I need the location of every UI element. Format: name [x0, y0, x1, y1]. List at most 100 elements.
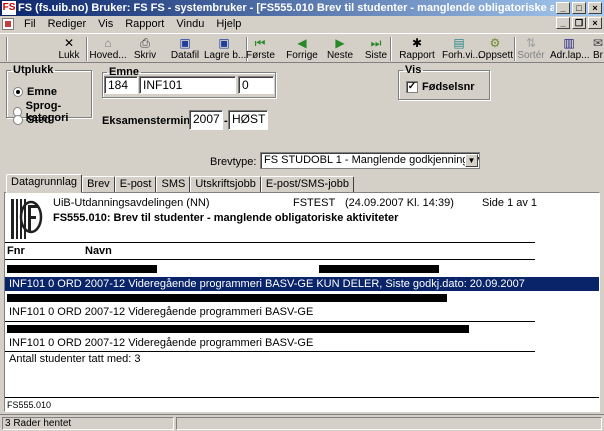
- menu-rapport[interactable]: Rapport: [119, 16, 170, 32]
- toolbar-separator: [390, 37, 392, 61]
- toolbar-button-label: Lagre b...: [204, 50, 247, 61]
- toolbar-button-report-runner[interactable]: ✱ Rapport: [398, 36, 436, 64]
- utplukk-legend: Utplukk: [13, 64, 54, 76]
- column-header-rule: [5, 259, 535, 260]
- child-window-controls: _ ❐ ×: [556, 17, 602, 29]
- redacted-fnr-name: [7, 265, 157, 273]
- tab-sms[interactable]: SMS: [156, 176, 191, 193]
- setup-icon: ⚙: [489, 36, 501, 50]
- row-rule: [5, 321, 535, 322]
- fodselsnr-checkbox[interactable]: ✓: [406, 81, 418, 93]
- tab-datagrunnlag[interactable]: Datagrunnlag: [6, 174, 83, 193]
- eksamen-term-field[interactable]: HØST: [228, 110, 268, 130]
- menu-fil[interactable]: Fil: [18, 16, 42, 32]
- toolbar-button-label: Adr.lap...: [550, 50, 590, 61]
- radio-sted-label: Sted: [27, 114, 51, 126]
- row-rule: [5, 351, 535, 352]
- window-title-bar[interactable]: FS FS (fs.uib.no) Bruker: FS FS - system…: [0, 0, 604, 16]
- toolbar-button-previous-record[interactable]: ◀ Forrige: [284, 36, 320, 64]
- menu-vindu[interactable]: Vindu: [170, 16, 210, 32]
- menu-vis[interactable]: Vis: [92, 16, 119, 32]
- eksamen-year-field[interactable]: 2007: [189, 110, 223, 130]
- save-icon: ▣: [218, 36, 230, 50]
- toolbar-button-last-record[interactable]: ⏭ Siste: [364, 36, 388, 64]
- menu-rediger[interactable]: Rediger: [42, 16, 93, 32]
- tab-brev[interactable]: Brev: [82, 176, 115, 193]
- toolbar-button-next-record[interactable]: ▶ Neste: [326, 36, 354, 64]
- report-org: UiB-Utdanningsavdelingen (NN): [53, 197, 210, 209]
- toolbar-grip[interactable]: [6, 37, 8, 61]
- brevtype-value: FS STUDOBL 1 - Manglende godkjenning av …: [264, 154, 480, 166]
- emne-code-field[interactable]: INF101: [139, 76, 236, 94]
- floppy-disk-icon: ▣: [179, 36, 191, 50]
- report-date: (24.09.2007 Kl. 14:39): [345, 197, 454, 209]
- header-rule: [5, 242, 535, 243]
- app-logo-icon: FS: [2, 1, 16, 15]
- report-system: FSTEST: [293, 197, 336, 209]
- letter-icon: ✉: [592, 36, 604, 50]
- table-row[interactable]: INF101 0 ORD 2007-12 Videregående progra…: [9, 337, 313, 349]
- toolbar-button-label: Br: [593, 50, 603, 61]
- column-header-fnr: Fnr: [7, 245, 25, 257]
- toolbar-button-label: Skriv: [133, 50, 157, 61]
- emne-version-field[interactable]: 0: [238, 76, 274, 94]
- toolbar-button-address-label[interactable]: ▥ Adr.lap...: [550, 36, 590, 64]
- fodselsnr-label: Fødselsnr: [422, 81, 475, 93]
- home-icon: ⌂: [104, 36, 112, 50]
- report-runner-icon: ✱: [411, 36, 423, 50]
- minimize-button[interactable]: _: [556, 2, 570, 14]
- menu-hjelp[interactable]: Hjelp: [210, 16, 247, 32]
- toolbar-button-label: Sortér: [517, 50, 545, 61]
- toolbar-button-label: Oppsett: [478, 50, 514, 61]
- radio-emne-indicator[interactable]: [13, 87, 23, 97]
- child-restore-button[interactable]: ❐: [572, 17, 586, 29]
- tab-e-post[interactable]: E-post: [114, 176, 157, 193]
- menu-bar: Fil Rediger Vis Rapport Vindu Hjelp _ ❐ …: [0, 16, 604, 32]
- report-preview-panel: UiB-Utdanningsavdelingen (NN) FSTEST (24…: [4, 192, 600, 412]
- window-controls: _ □ ×: [556, 2, 602, 14]
- table-row[interactable]: INF101 0 ORD 2007-12 Videregående progra…: [9, 306, 313, 318]
- tab-utskriftsjobb[interactable]: Utskriftsjobb: [190, 176, 261, 193]
- report-page: Side 1 av 1: [482, 197, 538, 209]
- toolbar-button-close-x[interactable]: ✕ Lukk: [54, 36, 84, 64]
- child-close-button[interactable]: ×: [588, 17, 602, 29]
- toolbar-button-save[interactable]: ▣ Lagre b...: [204, 36, 247, 64]
- redacted-record: [7, 294, 447, 302]
- toolbar-button-printer[interactable]: ⎙ Skriv: [132, 36, 158, 64]
- preview-icon: ▤: [453, 36, 465, 50]
- close-window-button[interactable]: ×: [588, 2, 602, 14]
- radio-emne-label: Emne: [27, 86, 57, 98]
- radio-sted-indicator[interactable]: [13, 115, 23, 125]
- last-record-icon: ⏭: [370, 36, 382, 50]
- toolbar-button-letter[interactable]: ✉ Br: [588, 36, 604, 64]
- table-row-selected[interactable]: INF101 0 ORD 2007-12 Videregående progra…: [5, 277, 599, 291]
- toolbar-button-label: Første: [246, 50, 275, 61]
- redacted-record: [7, 325, 469, 333]
- redacted-detail: [319, 265, 439, 273]
- tab-e-post-sms-jobb[interactable]: E-post/SMS-jobb: [260, 176, 355, 193]
- toolbar-button-label: Forh.vi...: [442, 50, 481, 61]
- toolbar-button-preview[interactable]: ▤ Forh.vi...: [442, 36, 481, 64]
- emne-institution-field[interactable]: 184: [104, 76, 138, 94]
- child-minimize-button[interactable]: _: [556, 17, 570, 29]
- status-bar: 3 Rader hentet: [0, 414, 604, 431]
- chevron-down-icon[interactable]: ▼: [465, 154, 478, 167]
- maximize-button[interactable]: □: [572, 2, 586, 14]
- toolbar-button-label: Siste: [364, 50, 388, 61]
- brevtype-select[interactable]: FS STUDOBL 1 - Manglende godkjenning av …: [260, 152, 480, 169]
- toolbar-button-label: Hoved...: [89, 50, 127, 61]
- toolbar-button-sort[interactable]: ⇅ Sortér: [516, 36, 546, 64]
- toolbar-button-label: Datafil: [170, 50, 200, 61]
- toolbar-button-first-record[interactable]: ⏮ Første: [246, 36, 275, 64]
- toolbar-button-floppy-disk[interactable]: ▣ Datafil: [170, 36, 200, 64]
- toolbar-button-setup[interactable]: ⚙ Oppsett: [478, 36, 514, 64]
- vis-legend: Vis: [405, 64, 422, 76]
- radio-sted[interactable]: Sted: [13, 114, 51, 126]
- toolbar-button-home[interactable]: ⌂ Hoved...: [88, 36, 128, 64]
- utplukk-group: Utplukk Emne Sprog-kategori Sted: [6, 64, 92, 126]
- radio-emne[interactable]: Emne: [13, 86, 57, 98]
- address-label-icon: ▥: [563, 36, 575, 50]
- toolbar-button-label: Rapport: [399, 50, 435, 61]
- document-icon[interactable]: [2, 18, 14, 30]
- previous-record-icon: ◀: [297, 36, 307, 50]
